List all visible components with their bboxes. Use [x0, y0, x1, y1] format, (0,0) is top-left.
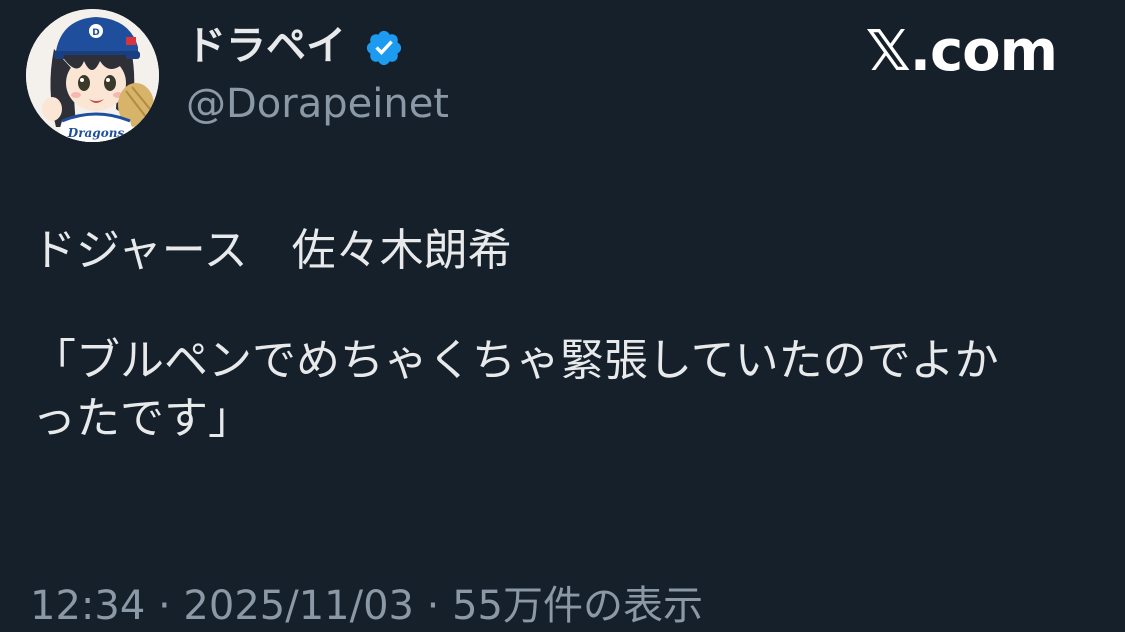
- svg-text:Dragons: Dragons: [67, 126, 125, 140]
- dragons-fan-avatar-icon: D Dragons: [26, 9, 159, 142]
- x-logo-brand: 𝕏.com: [865, 19, 1058, 84]
- tweet-line: 「ブルペンでめちゃくちゃ緊張していたのでよか: [32, 335, 999, 386]
- tweet-body: ドジャース 佐々木朗希 「ブルペンでめちゃくちゃ緊張していたのでよか ったです」: [32, 222, 1102, 448]
- tweet-line: ったです」: [32, 393, 252, 444]
- user-handle[interactable]: @Dorapeinet: [186, 78, 449, 130]
- avatar[interactable]: D Dragons: [26, 9, 159, 142]
- tweet-line: ドジャース 佐々木朗希: [32, 225, 512, 276]
- tweet-meta: 12:34 · 2025/11/03 · 55万件の表示: [30, 583, 704, 629]
- verified-badge-icon: [366, 30, 402, 66]
- svg-text:D: D: [92, 28, 99, 38]
- display-name[interactable]: ドラペイ: [186, 20, 346, 72]
